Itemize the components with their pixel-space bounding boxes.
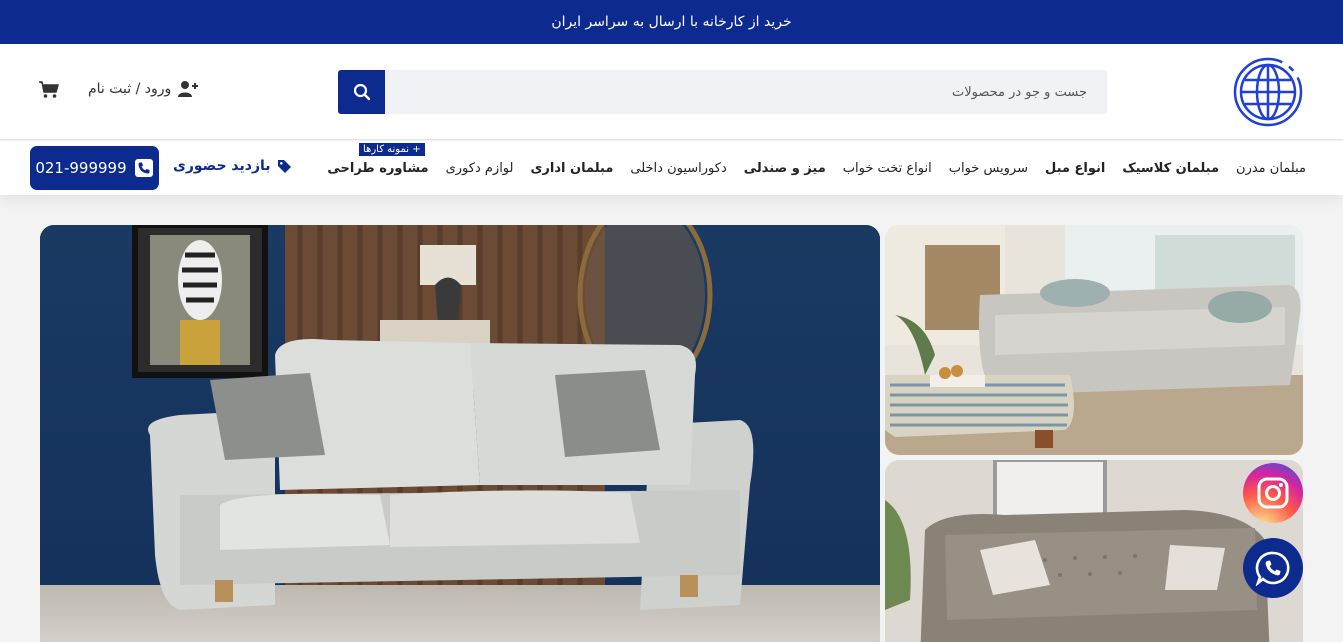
search-button[interactable]	[338, 70, 385, 114]
add-user-icon	[178, 81, 199, 97]
whatsapp-button[interactable]	[1243, 538, 1303, 598]
tag-icon	[277, 159, 291, 173]
top-announcement-bar: خرید از کارخانه با ارسال به سراسر ایران	[0, 0, 1343, 44]
nav-menu: مبلمان مدرن مبلمان کلاسیک انواع مبل سرویس خ…	[327, 141, 1306, 195]
phone-icon	[134, 159, 153, 177]
search-input[interactable]	[385, 70, 1107, 114]
cart-icon	[39, 81, 59, 98]
logo-globe-icon[interactable]	[1232, 56, 1304, 128]
visit-label: بازدید حضوری	[173, 158, 271, 174]
nav-item[interactable]: دکوراسیون داخلی	[630, 161, 726, 176]
whatsapp-icon	[1255, 551, 1290, 586]
hero-banner-sofa[interactable]	[40, 225, 880, 642]
cart-button[interactable]	[39, 81, 59, 103]
phone-button[interactable]: 021-999999	[30, 146, 159, 190]
nav-item[interactable]: سرویس خواب	[949, 161, 1028, 176]
site-header: ورود / ثبت نام	[0, 44, 1343, 140]
nav-item[interactable]: میز و صندلی	[744, 161, 826, 176]
announcement-text: خرید از کارخانه با ارسال به سراسر ایران	[551, 14, 792, 30]
living-room-sofa-image	[885, 225, 1303, 455]
nav-item[interactable]: مشاوره طراحی	[327, 161, 428, 176]
instagram-button[interactable]	[1243, 463, 1303, 523]
nav-item[interactable]: لوازم دکوری	[446, 161, 514, 176]
in-person-visit-link[interactable]: بازدید حضوری	[173, 158, 292, 174]
banner-living-room[interactable]	[885, 225, 1303, 455]
banner-grey-sofa[interactable]	[885, 460, 1303, 642]
instagram-icon	[1257, 477, 1289, 509]
login-label: ورود / ثبت نام	[88, 81, 172, 97]
phone-number: 021-999999	[35, 159, 127, 177]
main-navigation: مبلمان مدرن مبلمان کلاسیک انواع مبل سرویس خ…	[0, 141, 1343, 195]
portfolio-badge[interactable]: + نمونه کارها	[359, 143, 425, 156]
nav-item[interactable]: انواع تخت خواب	[843, 161, 932, 176]
nav-item[interactable]: مبلمان کلاسیک	[1122, 161, 1219, 176]
search-bar	[338, 70, 1107, 114]
nav-item[interactable]: مبلمان مدرن	[1236, 161, 1306, 176]
nav-item[interactable]: مبلمان اداری	[531, 161, 614, 176]
hero-sofa-image	[40, 225, 880, 642]
nav-item[interactable]: انواع مبل	[1045, 161, 1105, 176]
grey-sofa-image	[885, 460, 1303, 642]
search-icon	[353, 83, 370, 101]
login-register-link[interactable]: ورود / ثبت نام	[88, 80, 199, 98]
